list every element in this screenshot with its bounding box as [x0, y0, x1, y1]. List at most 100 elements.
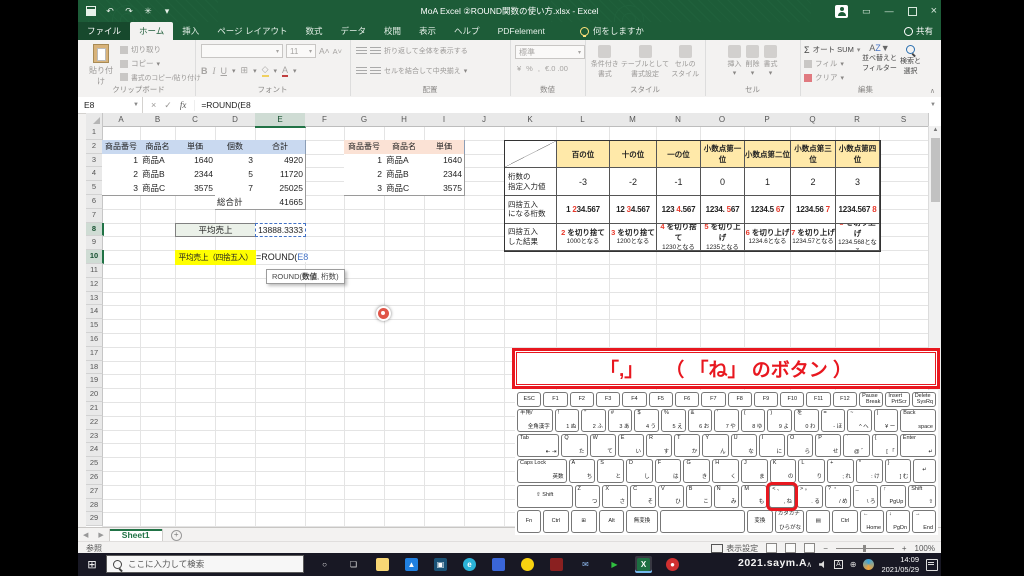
row-header-4[interactable]: 4 [86, 167, 103, 181]
taskbar-app-recorder[interactable]: ● [664, 556, 681, 573]
ribbon-tab-review[interactable]: 校閲 [375, 22, 410, 40]
table-header-cell[interactable]: 商品名 [140, 140, 176, 155]
row-header-5[interactable]: 5 [86, 181, 103, 195]
close-icon[interactable]: × [931, 6, 937, 16]
column-header-S[interactable]: S [879, 113, 929, 126]
fill-color-icon[interactable]: ◇ [262, 64, 269, 77]
column-header-N[interactable]: N [656, 113, 701, 126]
row-header-10[interactable]: 10 [86, 250, 104, 264]
italic-button[interactable]: I [213, 66, 216, 76]
taskbar-app-file-explorer[interactable] [374, 556, 391, 573]
row-header-12[interactable]: 12 [86, 278, 103, 292]
clear-button[interactable]: クリア▾ [804, 72, 860, 83]
row-header-28[interactable]: 28 [86, 499, 103, 513]
bold-button[interactable]: B [201, 66, 208, 76]
table-cell[interactable]: 商品C [384, 181, 425, 196]
page-break-view-icon[interactable] [804, 543, 815, 553]
collapse-ribbon-icon[interactable]: ∧ [930, 87, 935, 95]
table-cell[interactable]: 4920 [255, 154, 306, 169]
row-header-20[interactable]: 20 [86, 388, 103, 402]
row-header-29[interactable]: 29 [86, 512, 103, 526]
minimize-icon[interactable]: — [885, 6, 894, 16]
table-header-cell[interactable]: 商品番号 [344, 140, 385, 155]
cell-E10-formula-in-progress[interactable]: =ROUND(E8 [256, 252, 312, 262]
taskbar-app-task-view[interactable]: ❏ [345, 556, 362, 573]
table-header-cell[interactable]: 単価 [175, 140, 216, 155]
ribbon-tab-data[interactable]: データ [332, 22, 376, 40]
table-header-cell[interactable]: 合計 [255, 140, 306, 155]
row-header-1[interactable]: 1 [86, 126, 103, 140]
row-header-24[interactable]: 24 [86, 443, 103, 457]
column-header-G[interactable]: G [344, 113, 385, 126]
cell-styles-button[interactable]: セルの スタイル [671, 43, 699, 79]
table-cell[interactable]: 商品A [384, 154, 425, 169]
format-painter-button[interactable]: 書式のコピー/貼り付け [120, 72, 201, 82]
cancel-entry-icon[interactable]: × [151, 100, 156, 110]
taskbar-clock[interactable]: 14:09 2021/05/29 [881, 555, 919, 574]
column-header-I[interactable]: I [424, 113, 465, 126]
font-size-combobox[interactable]: 11▾ [286, 44, 316, 58]
table-cell[interactable]: 3575 [424, 181, 465, 196]
row-header-19[interactable]: 19 [86, 374, 103, 388]
zoom-slider[interactable] [836, 548, 894, 549]
table-cell[interactable]: 11720 [255, 167, 306, 182]
table-cell[interactable]: 商品A [140, 154, 176, 169]
format-cells-button[interactable]: 書式▾ [764, 43, 778, 77]
table-cell[interactable]: 2 [344, 167, 385, 182]
table-header-cell[interactable]: 単価 [424, 140, 465, 155]
zoom-out-icon[interactable]: − [823, 544, 828, 553]
restore-icon[interactable] [908, 7, 917, 16]
shrink-font-icon[interactable]: A˅ [333, 47, 342, 56]
ribbon-tab-formulas[interactable]: 数式 [296, 22, 331, 40]
format-as-table-button[interactable]: テーブルとして 書式設定 [621, 43, 669, 79]
row-header-11[interactable]: 11 [86, 264, 103, 278]
column-header-F[interactable]: F [305, 113, 345, 126]
taskbar-app-store[interactable]: ▣ [432, 556, 449, 573]
ribbon-tab-insert[interactable]: 挿入 [173, 22, 208, 40]
table-cell[interactable]: 1 [102, 154, 141, 169]
table-cell[interactable]: 商品C [140, 181, 176, 196]
scrollbar-thumb[interactable] [931, 138, 940, 202]
taskbar-app-cortana[interactable]: ○ [316, 556, 333, 573]
share-button[interactable]: 共有 [904, 22, 933, 40]
row-header-17[interactable]: 17 [86, 347, 103, 361]
row-header-21[interactable]: 21 [86, 402, 103, 416]
cell-average-rounded-label[interactable]: 平均売上（四捨五入） [175, 250, 256, 265]
grow-font-icon[interactable]: A˄ [319, 46, 330, 56]
row-header-18[interactable]: 18 [86, 361, 103, 375]
decimal-icons[interactable]: €.0 .00 [545, 64, 568, 73]
column-header-O[interactable]: O [700, 113, 745, 126]
row-header-25[interactable]: 25 [86, 457, 103, 471]
column-header-B[interactable]: B [140, 113, 176, 126]
cell-average-label[interactable]: 平均売上 [175, 223, 256, 238]
table-cell[interactable]: 2344 [175, 167, 216, 182]
merge-center-button[interactable]: セルを結合して中央揃え [384, 66, 461, 76]
row-header-27[interactable]: 27 [86, 485, 103, 499]
find-select-button[interactable]: 検索と 選択 [900, 43, 921, 76]
ribbon-tab-pdfelement[interactable]: PDFelement [489, 22, 554, 40]
taskbar-app-yellow-app[interactable] [519, 556, 536, 573]
taskbar-app-photos[interactable]: ▲ [403, 556, 420, 573]
volume-icon[interactable] [819, 561, 827, 569]
conditional-formatting-button[interactable]: 条件付き 書式 [591, 43, 619, 79]
taskbar-search-box[interactable]: ここに入力して検索 [106, 555, 304, 573]
tell-me-box[interactable]: 何をしますか [580, 22, 644, 40]
table-cell[interactable]: 25025 [255, 181, 306, 196]
underline-button[interactable]: U [221, 66, 228, 76]
table-cell[interactable]: 商品B [140, 167, 176, 182]
zoom-in-icon[interactable]: + [902, 544, 907, 553]
table-header-cell[interactable]: 商品番号 [102, 140, 141, 155]
taskbar-app-edge[interactable]: e [461, 556, 478, 573]
fill-button[interactable]: フィル▾ [804, 58, 860, 69]
column-header-Q[interactable]: Q [790, 113, 836, 126]
taskbar-app-notes-app[interactable] [490, 556, 507, 573]
autosum-button[interactable]: Σオート SUM▾ [804, 44, 860, 55]
font-color-icon[interactable]: A [282, 65, 288, 77]
ribbon-display-options-icon[interactable]: ▭ [862, 6, 871, 16]
account-avatar[interactable] [835, 5, 848, 18]
row-header-22[interactable]: 22 [86, 416, 103, 430]
table-header-cell[interactable]: 個数 [215, 140, 256, 155]
table-cell[interactable]: 商品B [384, 167, 425, 182]
table-cell[interactable]: 1640 [424, 154, 465, 169]
total-label-cell[interactable]: 総合計 [215, 195, 256, 210]
